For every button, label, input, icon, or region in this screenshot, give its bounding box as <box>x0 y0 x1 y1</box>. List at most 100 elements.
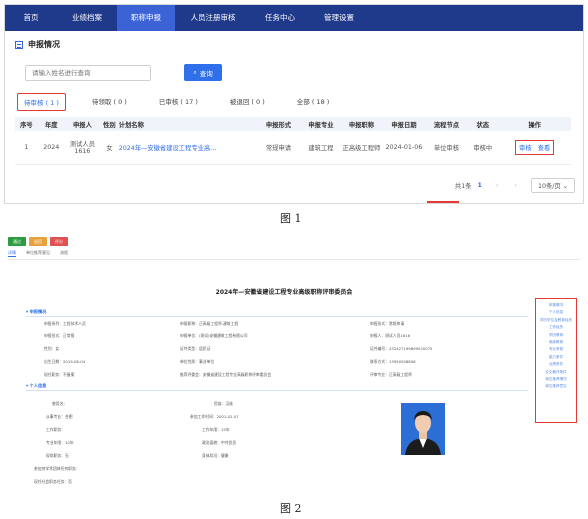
tab-process[interactable]: 流程 <box>60 250 68 257</box>
search-button-label: 查询 <box>199 69 213 78</box>
side-nav-item[interactable]: 论文著作条件 <box>538 369 574 376</box>
side-nav-item[interactable]: 继续教育 <box>538 339 574 346</box>
side-nav-item[interactable]: 申报情况 <box>538 302 574 309</box>
panel-title: 申报情况 <box>15 39 571 50</box>
total-underline-mark <box>427 201 459 203</box>
application-table: 序号 年度 申报人 性别 计划名称 申报形式 申报专业 申报职称 申报日期 流程… <box>15 117 571 165</box>
field-applicant: 申报人：测试人员1616 <box>370 333 411 338</box>
cell-operation: 审核 查看 <box>498 131 571 165</box>
application-panel: 申报情况 ⌕ 查询 待审核 ( 1 ) 待领取 ( 0 ) 已审核 ( 17 )… <box>15 39 571 165</box>
table-row: 1 2024 测试人员1616 女 2024年—安徽省建设工程专业高... 常规… <box>15 131 571 165</box>
section-application-info: ▾ 申报情况 <box>26 309 47 314</box>
figure-2-caption: 图 2 <box>280 502 302 515</box>
col-applicant: 申报人 <box>64 117 101 131</box>
field-review-major: 评审专业：正高级工程师 <box>370 372 412 377</box>
field-work-start: 参加工作时间：2001-02-07 <box>190 414 239 419</box>
action-buttons: 通过 退回 评分 <box>8 237 584 246</box>
side-nav-item[interactable]: 单位推荐意见 <box>538 383 574 390</box>
field-title-applied: 申报职称：正高级工程师-建筑工程 <box>180 321 239 326</box>
col-year: 年度 <box>37 117 65 131</box>
name-search-input[interactable] <box>25 64 151 81</box>
tab-unit-recommendation[interactable]: 单位推荐意见 <box>26 250 50 257</box>
field-unit-type: 单位性质：事业单位 <box>180 359 215 364</box>
col-operation: 操作 <box>498 117 571 131</box>
review-link[interactable]: 审核 <box>519 145 532 152</box>
figure-1-screenshot: 首页 业绩档案 职称申报 人员注册审核 任务中心 管理设置 申报情况 ⌕ 查询 … <box>4 4 584 204</box>
search-icon: ⌕ <box>193 68 197 76</box>
pagination: 共1条 1 ‹ › 10条/页 ⌄ <box>455 178 575 193</box>
chevron-down-icon: ⌄ <box>562 183 568 190</box>
side-nav-item[interactable]: 单位推荐情况 <box>538 376 574 383</box>
tab-returned[interactable]: 被退回 ( 0 ) <box>224 93 271 111</box>
field-current-post: 现岗职务：无 <box>46 453 69 458</box>
cell-plan-link[interactable]: 2024年—安徽省建设工程专业高... <box>118 131 256 165</box>
col-gender: 性别 <box>100 117 119 131</box>
field-job-duty: 工作职务： <box>46 427 65 432</box>
side-nav-item[interactable]: 专业考核 <box>538 346 574 353</box>
cell-status: 审核中 <box>467 131 499 165</box>
section-personal-info: ▾ 个人信息 <box>26 383 47 388</box>
nav-title-application[interactable]: 职称申报 <box>117 5 175 31</box>
status-tabs: 待审核 ( 1 ) 待领取 ( 0 ) 已审核 ( 17 ) 被退回 ( 0 )… <box>17 93 571 111</box>
field-social-duty: 现任社会职务任务：否 <box>34 479 72 484</box>
cell-major: 建筑工程 <box>301 131 341 165</box>
prev-page-icon[interactable]: ‹ <box>496 182 499 189</box>
side-nav-item[interactable]: 能力条件 <box>538 354 574 361</box>
person-photo-icon <box>401 403 445 455</box>
side-nav-item[interactable]: 学历教育 <box>538 332 574 339</box>
field-academic-society: 参加何学术团体任何职务： <box>34 466 80 471</box>
search-row: ⌕ 查询 <box>25 64 571 81</box>
return-button[interactable]: 退回 <box>29 237 47 246</box>
col-index: 序号 <box>15 117 38 131</box>
field-work-years: 工作年限：15年 <box>202 427 230 432</box>
table-header-row: 序号 年度 申报人 性别 计划名称 申报形式 申报专业 申报职称 申报日期 流程… <box>15 117 571 131</box>
nav-performance-archive[interactable]: 业绩档案 <box>57 5 117 31</box>
divider <box>8 259 580 260</box>
tab-pending-claim[interactable]: 待领取 ( 0 ) <box>86 93 133 111</box>
list-icon <box>15 40 23 49</box>
approve-button[interactable]: 通过 <box>8 237 26 246</box>
col-date: 申报日期 <box>382 117 426 131</box>
field-current-position: 现任职务：不备案 <box>44 372 75 377</box>
next-page-icon[interactable]: › <box>514 182 517 189</box>
nav-home[interactable]: 首页 <box>5 5 57 31</box>
cell-node: 单位审核 <box>425 131 468 165</box>
tab-details[interactable]: 详情 <box>8 250 16 257</box>
search-button[interactable]: ⌕ 查询 <box>184 64 222 81</box>
col-node: 流程节点 <box>425 117 468 131</box>
page-size-select[interactable]: 10条/页 ⌄ <box>530 178 575 193</box>
cell-gender: 女 <box>100 131 119 165</box>
field-apply-form: 申报形式：常规申请 <box>370 321 405 326</box>
page-current[interactable]: 1 <box>478 182 482 189</box>
nav-task-center[interactable]: 任务中心 <box>251 5 309 31</box>
field-id-type: 证件类型：居民证 <box>180 346 211 351</box>
field-series: 申报系列：工程技术人员 <box>44 321 86 326</box>
score-button[interactable]: 评分 <box>50 237 68 246</box>
nav-registration-review[interactable]: 人员注册审核 <box>175 5 251 31</box>
tab-reviewed[interactable]: 已审核 ( 17 ) <box>153 93 204 111</box>
col-plan: 计划名称 <box>118 117 256 131</box>
field-ethnicity: 民族：汉族 <box>214 401 233 406</box>
field-contact: 联系方式：13950508806 <box>370 359 416 364</box>
figure-2-screenshot: 通过 退回 评分 详情 单位推荐意见 流程 2024年—安徽省建设工程专业高级职… <box>4 233 584 495</box>
applicant-photo <box>401 403 445 455</box>
side-nav-item[interactable]: 业绩条件 <box>538 361 574 368</box>
cell-year: 2024 <box>37 131 65 165</box>
cell-index: 1 <box>15 131 38 165</box>
tab-all[interactable]: 全部 ( 18 ) <box>291 93 336 111</box>
col-form: 申报形式 <box>255 117 302 131</box>
section-side-nav: 申报情况 个人信息 学历学位及教育经历 工作经历 学历教育 继续教育 专业考核 … <box>535 298 577 423</box>
document-title: 2024年—安徽省建设工程专业高级职称评审委员会 <box>215 289 353 296</box>
nav-management-settings[interactable]: 管理设置 <box>309 5 369 31</box>
tab-pending-review[interactable]: 待审核 ( 1 ) <box>17 93 66 111</box>
side-nav-item[interactable]: 个人信息 <box>538 309 574 316</box>
operation-highlight: 审核 查看 <box>515 139 555 155</box>
field-health: 身体状况：健康 <box>202 453 229 458</box>
field-former-name: 曾用名： <box>52 401 68 406</box>
col-status: 状态 <box>467 117 499 131</box>
view-link[interactable]: 查看 <box>538 145 551 152</box>
side-nav-item[interactable]: 工作经历 <box>538 324 574 331</box>
page-size-value: 10条/页 <box>537 183 561 190</box>
side-nav-item[interactable]: 学历学位及教育经历 <box>538 317 574 324</box>
section-personal-label: 个人信息 <box>29 383 47 388</box>
